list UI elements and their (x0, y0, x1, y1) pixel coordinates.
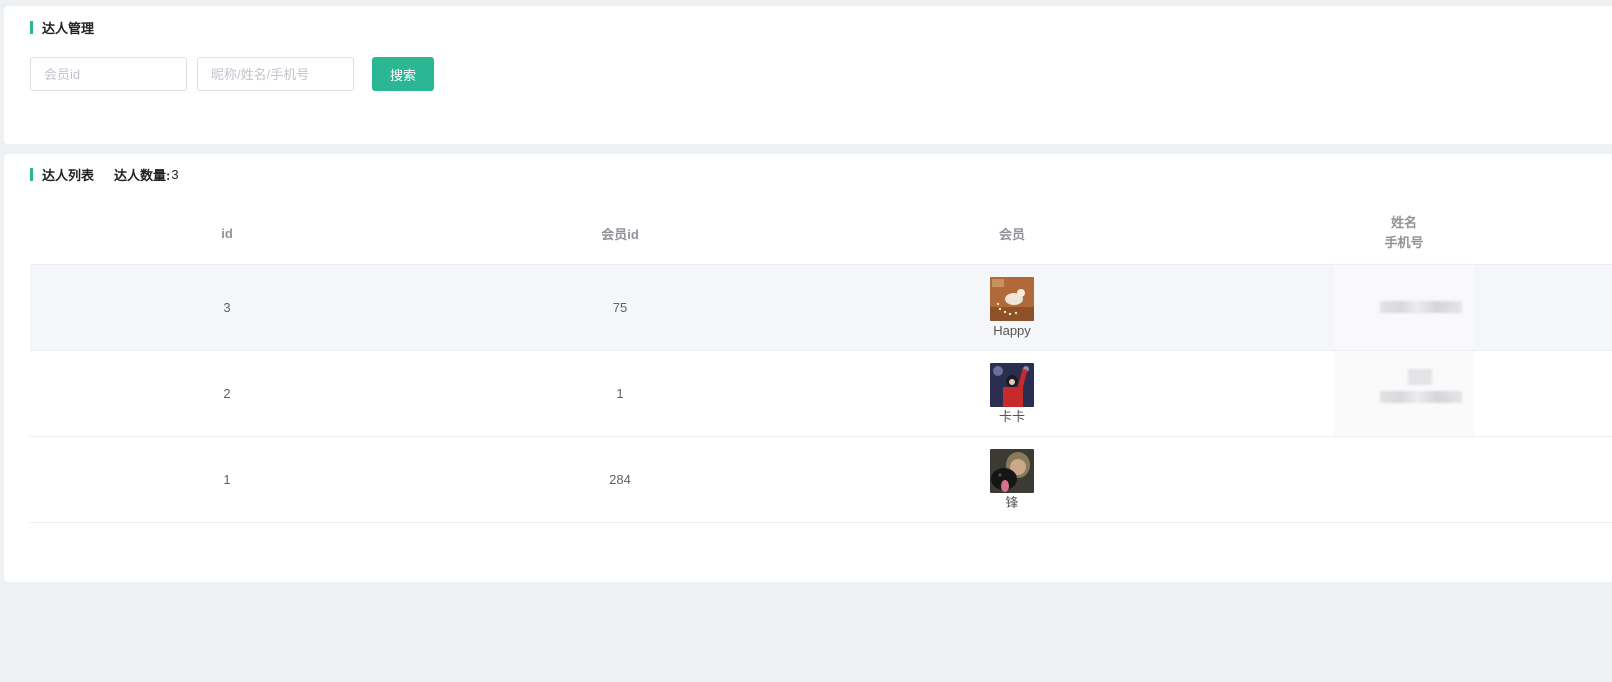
blurred-name-phone (1334, 351, 1474, 436)
list-card: 达人列表 达人数量: 3 id 会员id 会员 姓名 手机号 3 75 Happ… (4, 154, 1612, 582)
header-member-id: 会员id (601, 226, 639, 242)
count-label: 达人数量: (114, 168, 171, 183)
search-section-title-text: 达人管理 (42, 21, 95, 36)
member-nickname: Happy (993, 322, 1031, 338)
title-accent-bar (30, 168, 33, 181)
table-header-row: id 会员id 会员 姓名 手机号 (30, 202, 1612, 265)
header-member: 会员 (998, 226, 1025, 242)
cell-id: 1 (223, 472, 231, 487)
cell-member-id: 75 (612, 300, 628, 315)
table-row: 1 284 锋 (30, 437, 1612, 523)
title-accent-bar (30, 21, 33, 34)
cell-member: 卡卡 (816, 362, 1208, 425)
header-name: 姓名 (1390, 215, 1417, 230)
search-section-title: 达人管理 (30, 18, 94, 37)
blurred-text (1380, 301, 1462, 313)
member-avatar[interactable] (990, 362, 1034, 407)
search-button[interactable]: 搜索 (372, 57, 434, 91)
header-name-phone: 姓名 手机号 (1208, 213, 1600, 253)
list-section-title: 达人列表 达人数量: 3 (30, 165, 179, 184)
cell-member-id: 1 (616, 386, 624, 401)
cell-member: 锋 (816, 448, 1208, 511)
blurred-name-phone (1334, 265, 1474, 350)
cell-member: Happy (816, 276, 1208, 339)
member-avatar[interactable] (990, 448, 1034, 493)
list-section-title-text: 达人列表 (42, 168, 95, 183)
table-row: 2 1 卡卡 (30, 351, 1612, 437)
member-nickname: 锋 (1005, 494, 1019, 510)
blurred-text (1380, 391, 1462, 403)
influencer-table: id 会员id 会员 姓名 手机号 3 75 Happy 2 1 卡卡 1 28… (30, 202, 1612, 523)
member-id-input[interactable] (30, 57, 187, 91)
count-value: 3 (171, 167, 179, 182)
keyword-input[interactable] (197, 57, 354, 91)
cell-member-id: 284 (609, 472, 631, 487)
table-row: 3 75 Happy (30, 265, 1612, 351)
search-card: 达人管理 搜索 (4, 6, 1612, 144)
cell-name-phone (1208, 265, 1600, 350)
cell-id: 3 (223, 300, 231, 315)
header-phone: 手机号 (1384, 235, 1424, 250)
blurred-text (1408, 369, 1432, 385)
member-nickname: 卡卡 (998, 408, 1025, 424)
member-avatar[interactable] (990, 276, 1034, 321)
cell-id: 2 (223, 386, 231, 401)
header-id: id (221, 225, 233, 241)
cell-name-phone (1208, 351, 1600, 436)
